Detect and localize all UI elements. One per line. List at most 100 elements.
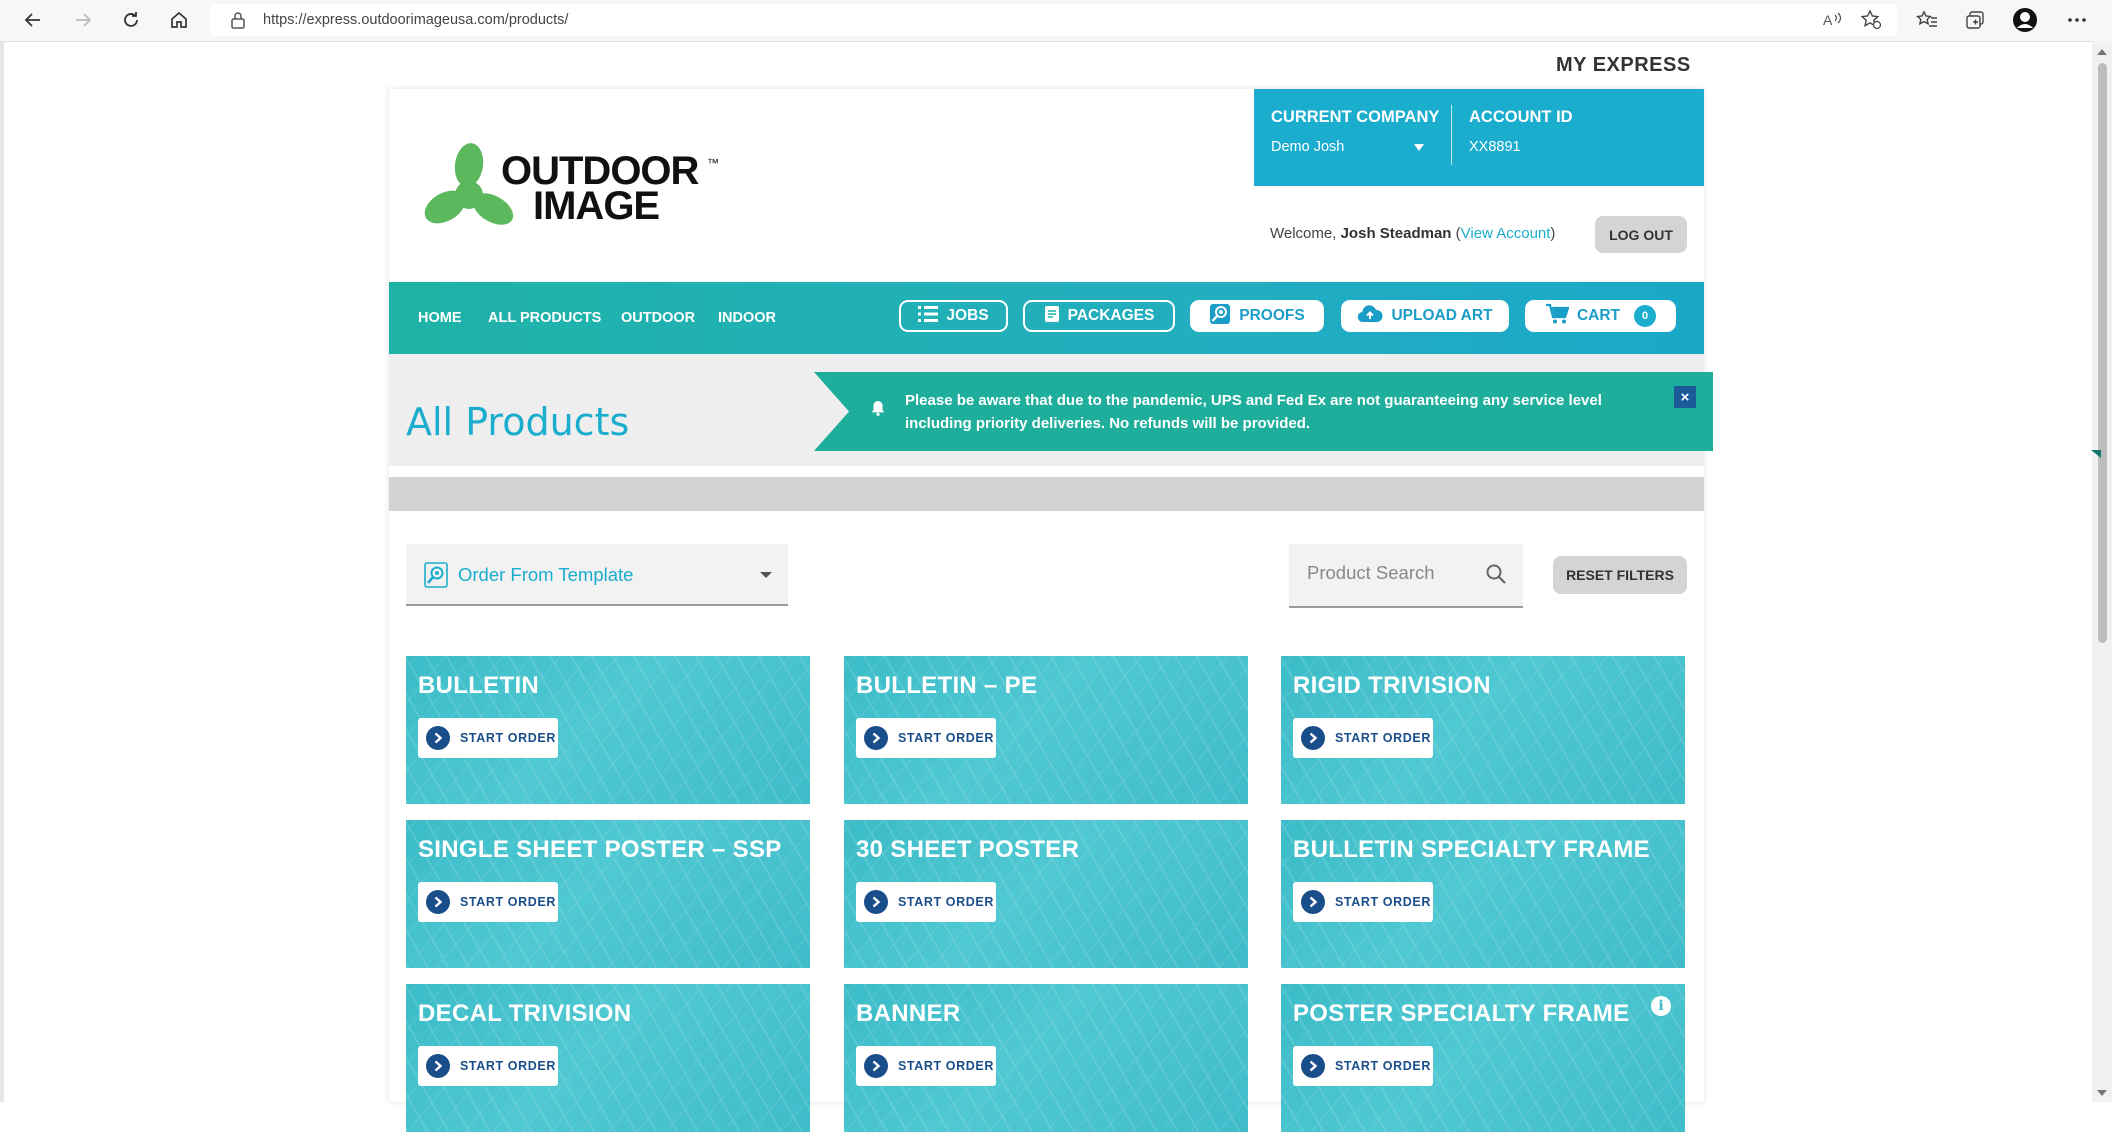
chevron-right-icon [864,726,888,750]
cart-button[interactable]: CART 0 [1525,300,1676,332]
start-order-button[interactable]: START ORDER [1293,718,1433,758]
product-card-title: 30 SHEET POSTER [856,836,1080,863]
url-text: https://express.outdoorimageusa.com/prod… [263,12,569,28]
favorites-list-icon[interactable] [1914,8,1940,32]
start-order-label: START ORDER [1335,895,1431,909]
packages-button[interactable]: PACKAGES [1023,300,1175,332]
bell-icon [871,400,885,421]
template-magnifier-icon [424,562,448,593]
product-search-field[interactable] [1289,544,1523,608]
outdoor-image-logo[interactable]: OUTDOOR IMAGE ™ [421,137,731,237]
page-title: All Products [406,400,630,444]
product-card[interactable]: POSTER SPECIALTY FRAME START ORDER i [1281,984,1685,1132]
product-card-title: POSTER SPECIALTY FRAME [1293,1000,1630,1027]
home-icon[interactable] [166,8,192,32]
search-icon[interactable] [1485,563,1507,590]
start-order-button[interactable]: START ORDER [1293,1046,1433,1086]
proofs-magnifier-icon [1209,303,1231,330]
company-divider [1451,105,1452,165]
logout-button[interactable]: LOG OUT [1595,216,1687,253]
view-account-link[interactable]: View Account [1461,225,1551,242]
start-order-button[interactable]: START ORDER [856,1046,996,1086]
start-order-button[interactable]: START ORDER [856,718,996,758]
logo-text-image: IMAGE [533,184,659,228]
my-express-link[interactable]: MY EXPRESS [1556,54,1691,77]
jobs-label: JOBS [946,307,989,324]
nav-home[interactable]: HOME [418,310,462,326]
template-dropdown-caret-icon [760,572,772,578]
product-card[interactable]: DECAL TRIVISION START ORDER [406,984,810,1132]
start-order-label: START ORDER [1335,731,1431,745]
nav-all-products[interactable]: ALL PRODUCTS [488,310,601,326]
product-card[interactable]: 30 SHEET POSTER START ORDER [844,820,1248,968]
welcome-paren-close: ) [1550,225,1556,242]
proofs-label: PROOFS [1239,307,1305,324]
address-bar[interactable]: https://express.outdoorimageusa.com/prod… [210,4,1898,36]
welcome-message: Welcome, Josh Steadman (View Account) [1270,225,1555,242]
scrollbar[interactable] [2092,41,2112,1102]
product-card[interactable]: BULLETIN SPECIALTY FRAME START ORDER [1281,820,1685,968]
packages-label: PACKAGES [1067,307,1155,324]
chevron-right-icon [426,1054,450,1078]
close-notice-button[interactable]: × [1674,386,1696,408]
proofs-button[interactable]: PROOFS [1190,300,1324,332]
product-card-title: BULLETIN SPECIALTY FRAME [1293,836,1650,863]
info-icon[interactable]: i [1651,996,1671,1016]
start-order-button[interactable]: START ORDER [418,1046,558,1086]
more-menu-icon[interactable] [2064,8,2090,32]
page-container: OUTDOOR IMAGE ™ CURRENT COMPANY Demo Jos… [389,89,2101,1132]
start-order-button[interactable]: START ORDER [418,718,558,758]
company-dropdown-caret-icon[interactable] [1414,144,1424,151]
chevron-right-icon [1301,726,1325,750]
product-card[interactable]: BULLETIN – PE START ORDER [844,656,1248,804]
product-card[interactable]: RIGID TRIVISION START ORDER [1281,656,1685,804]
start-order-label: START ORDER [898,731,994,745]
favorite-star-icon[interactable] [1858,8,1884,32]
upload-art-button[interactable]: UPLOAD ART [1341,300,1509,332]
order-from-template-select[interactable]: Order From Template [406,544,788,606]
jobs-button[interactable]: JOBS [899,300,1008,332]
main-navbar: HOME ALL PRODUCTS OUTDOOR INDOOR JOBS PA… [389,282,1704,354]
lock-icon [230,11,246,34]
current-company-label: CURRENT COMPANY [1271,108,1440,126]
company-select[interactable]: Demo Josh [1271,139,1344,155]
welcome-user-name: Josh Steadman [1340,225,1452,242]
refresh-icon[interactable] [118,8,144,32]
product-card-title: BULLETIN – PE [856,672,1038,699]
grey-divider-strip [389,477,1704,511]
start-order-button[interactable]: START ORDER [856,882,996,922]
chevron-right-icon [864,1054,888,1078]
profile-avatar-icon[interactable] [2012,8,2038,32]
product-search-input[interactable] [1305,561,1484,585]
reset-filters-button[interactable]: RESET FILTERS [1553,556,1687,594]
forward-icon[interactable] [70,8,96,32]
upload-art-label: UPLOAD ART [1391,307,1493,324]
account-id-value: XX8891 [1469,139,1521,155]
scroll-up-arrow-icon[interactable] [2097,49,2107,55]
start-order-label: START ORDER [460,895,556,909]
nav-indoor[interactable]: INDOOR [718,310,776,326]
product-card[interactable]: BULLETIN START ORDER [406,656,810,804]
read-aloud-icon[interactable]: A [1820,8,1846,32]
product-card-title: BANNER [856,1000,961,1027]
svg-text:A: A [1823,12,1833,28]
start-order-button[interactable]: START ORDER [418,882,558,922]
start-order-label: START ORDER [898,1059,994,1073]
back-icon[interactable] [20,8,46,32]
cart-count-badge: 0 [1634,305,1657,327]
start-order-label: START ORDER [460,731,556,745]
notice-fold [2091,450,2101,458]
welcome-prefix: Welcome, [1270,225,1337,242]
product-card[interactable]: BANNER START ORDER [844,984,1248,1132]
package-document-icon [1044,305,1060,328]
start-order-button[interactable]: START ORDER [1293,882,1433,922]
product-card[interactable]: SINGLE SHEET POSTER – SSP START ORDER [406,820,810,968]
scroll-down-arrow-icon[interactable] [2097,1090,2107,1096]
nav-outdoor[interactable]: OUTDOOR [621,310,695,326]
notice-text: Please be aware that due to the pandemic… [905,392,1602,432]
scroll-thumb[interactable] [2098,63,2107,643]
chevron-right-icon [864,890,888,914]
collections-icon[interactable] [1962,8,1988,32]
list-icon [918,305,939,328]
account-id-label: ACCOUNT ID [1469,108,1573,126]
